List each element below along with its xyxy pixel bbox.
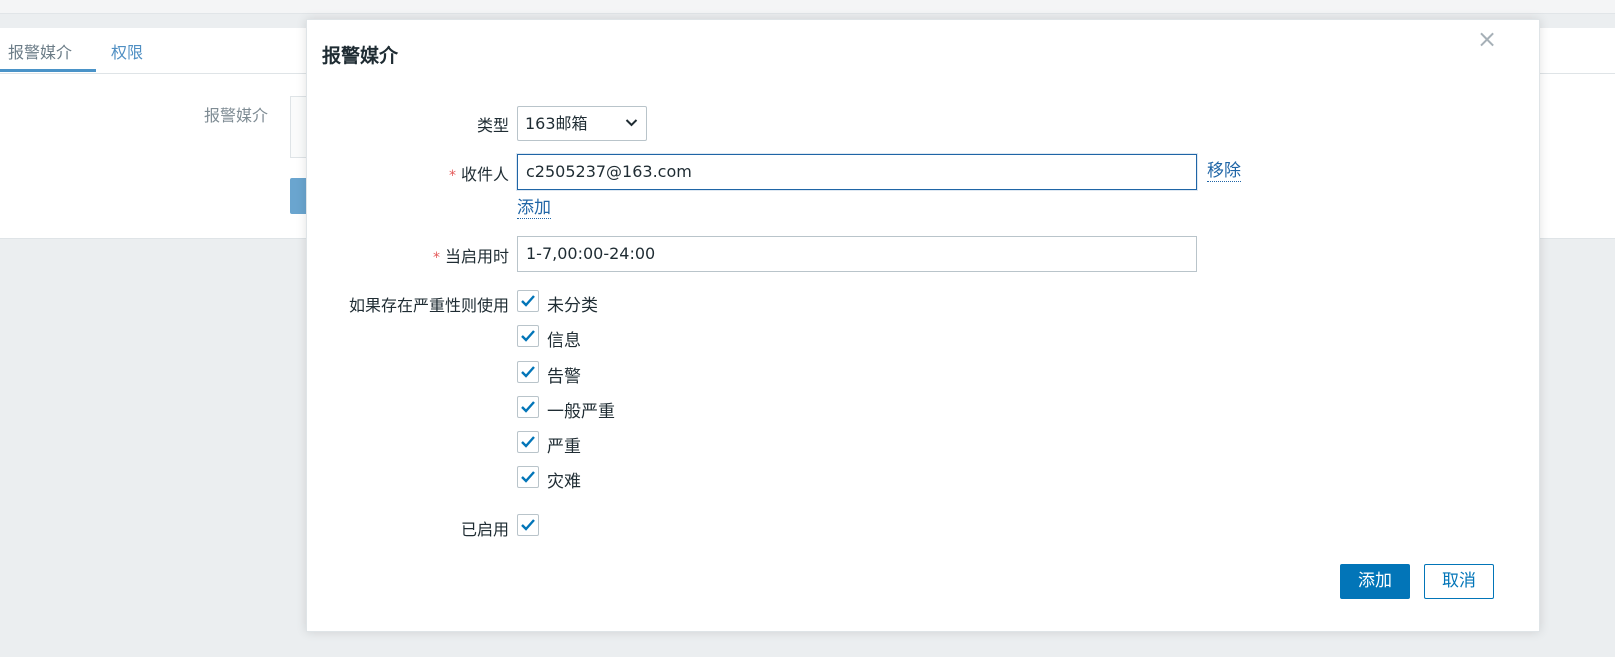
- type-select-value: 163邮箱: [525, 114, 588, 133]
- check-icon: [521, 401, 535, 413]
- severity-checkbox[interactable]: [517, 290, 539, 312]
- severity-option-label: 灾难: [547, 472, 581, 492]
- required-marker: *: [448, 168, 456, 184]
- add-button[interactable]: 添加: [1340, 564, 1410, 599]
- tab-permissions[interactable]: 权限: [111, 39, 143, 63]
- severity-option-label: 告警: [547, 367, 581, 387]
- add-recipient-link[interactable]: 添加: [517, 198, 551, 219]
- severity-option-label: 未分类: [547, 296, 598, 316]
- close-icon[interactable]: ×: [1475, 25, 1499, 53]
- type-select[interactable]: 163邮箱: [517, 106, 647, 141]
- check-icon: [521, 330, 535, 342]
- active-tab-indicator: [0, 69, 96, 72]
- check-icon: [521, 471, 535, 483]
- severity-label: 如果存在严重性则使用: [348, 296, 509, 315]
- required-marker: *: [432, 250, 440, 266]
- check-icon: [521, 519, 535, 531]
- severity-checkbox[interactable]: [517, 466, 539, 488]
- severity-option-label: 信息: [547, 331, 581, 351]
- send-to-input[interactable]: c2505237@163.com: [517, 154, 1197, 190]
- check-icon: [521, 436, 535, 448]
- severity-option-label: 一般严重: [547, 402, 615, 422]
- tab-media[interactable]: 报警媒介: [8, 39, 72, 63]
- severity-checkbox[interactable]: [517, 431, 539, 453]
- chevron-down-icon: [625, 119, 638, 127]
- top-strip: [0, 0, 1615, 14]
- send-to-label-text: 收件人: [460, 165, 509, 184]
- send-to-label: * 收件人: [449, 161, 509, 185]
- check-icon: [521, 366, 535, 378]
- severity-checkbox[interactable]: [517, 361, 539, 383]
- enabled-label: 已启用: [460, 520, 509, 539]
- remove-link[interactable]: 移除: [1207, 161, 1241, 182]
- type-label: 类型: [476, 116, 509, 135]
- severity-checkbox[interactable]: [517, 325, 539, 347]
- severity-option-label: 严重: [547, 437, 581, 457]
- media-dialog: 报警媒介 × 类型 163邮箱 * 收件人 c2505237@163.com 移除…: [306, 19, 1540, 632]
- severity-checkbox[interactable]: [517, 396, 539, 418]
- enabled-checkbox[interactable]: [517, 514, 539, 536]
- when-active-label-text: 当启用时: [444, 247, 509, 266]
- when-active-label: * 当启用时: [433, 243, 509, 267]
- background-field-label: 报警媒介: [204, 106, 269, 125]
- when-active-input[interactable]: 1-7,00:00-24:00: [517, 236, 1197, 272]
- check-icon: [521, 295, 535, 307]
- cancel-button[interactable]: 取消: [1424, 564, 1494, 599]
- dialog-title: 报警媒介: [322, 45, 399, 67]
